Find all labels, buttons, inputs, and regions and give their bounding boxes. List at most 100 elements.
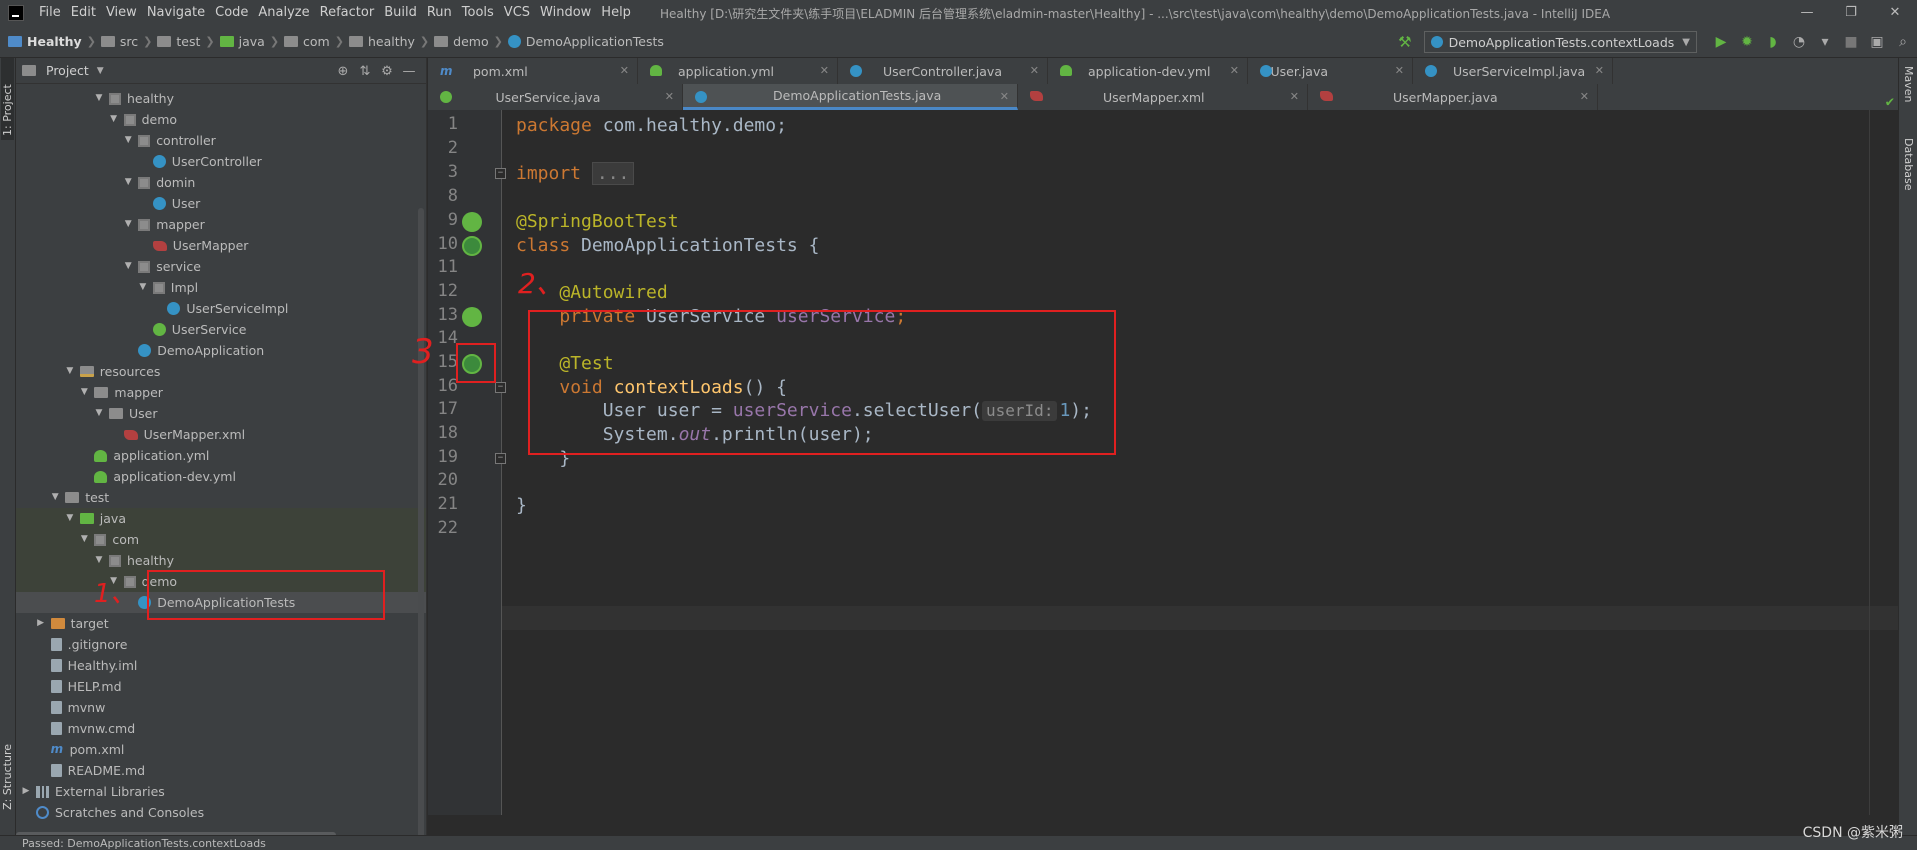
expand-arrow-down-icon[interactable]: ▼ — [122, 256, 134, 277]
editor-tab[interactable]: UserMapper.xml ✕ — [1018, 84, 1308, 110]
expand-arrow-down-icon[interactable]: ▼ — [93, 88, 105, 109]
run-icon[interactable]: ▶ — [1709, 30, 1733, 54]
breadcrumb-com[interactable]: com — [284, 34, 330, 49]
expand-arrow-down-icon[interactable]: ▼ — [122, 130, 134, 151]
structure-tool-button[interactable]: Z: Structure — [1, 744, 14, 810]
restore-button[interactable]: ❐ — [1829, 0, 1873, 26]
breadcrumb-healthy[interactable]: healthy — [348, 34, 415, 49]
minimize-button[interactable]: — — [1785, 0, 1829, 26]
breadcrumb-class[interactable]: DemoApplicationTests — [507, 34, 664, 49]
tree-item[interactable]: application.yml — [16, 445, 426, 466]
breadcrumb-project[interactable]: Healthy — [8, 34, 82, 49]
run-configuration-select[interactable]: DemoApplicationTests.contextLoads ▼ — [1423, 31, 1697, 53]
tree-item[interactable]: ▼ User — [16, 403, 426, 424]
editor-tab[interactable]: DemoApplicationTests.java ✕ — [683, 84, 1018, 110]
menu-refactor[interactable]: Refactor — [315, 0, 380, 26]
locate-file-icon[interactable]: ⊕ — [332, 64, 354, 79]
tree-item[interactable]: README.md — [16, 760, 426, 781]
tree-item[interactable]: ▼ com — [16, 529, 426, 550]
editor-tab[interactable]: m pom.xml ✕ — [428, 58, 638, 84]
fold-toggle-icon[interactable]: − — [495, 168, 506, 179]
expand-arrow-down-icon[interactable]: ▼ — [93, 403, 105, 424]
gear-icon[interactable]: ⚙ — [376, 64, 398, 79]
expand-arrow-right-icon[interactable]: ▶ — [20, 781, 32, 802]
menu-window[interactable]: Window — [535, 0, 596, 26]
folded-imports[interactable]: ... — [591, 162, 635, 185]
run-more-icon[interactable]: ▾ — [1813, 30, 1837, 54]
code-editor[interactable]: 1 2 3 8 9 10 11 12 13 14 15 16 17 18 19 20 21 22− − − ✔ pac… — [412, 94, 1898, 850]
build-hammer-icon[interactable]: ⚒ — [1398, 33, 1411, 51]
tree-item[interactable]: mvnw — [16, 697, 426, 718]
expand-arrow-down-icon[interactable]: ▼ — [137, 277, 149, 298]
tree-item[interactable]: m pom.xml — [16, 739, 426, 760]
close-tab-icon[interactable]: ✕ — [1595, 58, 1604, 84]
inspection-ok-icon[interactable]: ✔ — [1886, 94, 1894, 110]
editor-tab[interactable]: UserService.java ✕ — [428, 84, 683, 110]
tree-item[interactable]: ▼ resources — [16, 361, 426, 382]
tree-item[interactable]: HELP.md — [16, 676, 426, 697]
autowired-bean-gutter-icon[interactable] — [462, 307, 482, 327]
tree-item[interactable]: UserMapper — [16, 235, 426, 256]
chevron-down-icon[interactable]: ▼ — [97, 66, 104, 76]
tree-item[interactable]: ▶ External Libraries — [16, 781, 426, 802]
profile-icon[interactable]: ◔ — [1787, 30, 1811, 54]
expand-arrow-down-icon[interactable]: ▼ — [49, 487, 61, 508]
vertical-scrollbar[interactable] — [418, 208, 424, 848]
menu-vcs[interactable]: VCS — [499, 0, 535, 26]
spring-bean-gutter-icon[interactable] — [462, 212, 482, 232]
expand-arrow-down-icon[interactable]: ▼ — [64, 508, 76, 529]
tree-item[interactable]: ▼ Impl — [16, 277, 426, 298]
tree-item[interactable]: User — [16, 193, 426, 214]
close-tab-icon[interactable]: ✕ — [620, 58, 629, 84]
editor-tab[interactable]: UserServiceImpl.java ✕ — [1413, 58, 1613, 84]
editor-tab[interactable]: application-dev.yml ✕ — [1048, 58, 1248, 84]
close-tab-icon[interactable]: ✕ — [820, 58, 829, 84]
breadcrumb-src[interactable]: src — [100, 34, 138, 49]
stop-icon[interactable]: ■ — [1839, 30, 1863, 54]
breadcrumb-test[interactable]: test — [157, 34, 200, 49]
tree-item[interactable]: DemoApplication — [16, 340, 426, 361]
tree-item[interactable]: UserServiceImpl — [16, 298, 426, 319]
close-tab-icon[interactable]: ✕ — [1230, 58, 1239, 84]
menu-file[interactable]: File — [34, 0, 66, 26]
close-tab-icon[interactable]: ✕ — [1000, 84, 1009, 110]
expand-arrow-down-icon[interactable]: ▼ — [64, 361, 76, 382]
tree-item[interactable]: ▼ controller — [16, 130, 426, 151]
editor-tab[interactable]: User.java ✕ — [1248, 58, 1413, 84]
tree-item[interactable]: ▼ healthy — [16, 550, 426, 571]
close-tab-icon[interactable]: ✕ — [1290, 84, 1299, 110]
coverage-icon[interactable]: ◗ — [1761, 30, 1785, 54]
editor-gutter[interactable]: 1 2 3 8 9 10 11 12 13 14 15 16 17 18 19 20 21 22− − − — [428, 110, 506, 815]
close-tab-icon[interactable]: ✕ — [1395, 58, 1404, 84]
fold-toggle-icon[interactable]: − — [495, 453, 506, 464]
expand-arrow-down-icon[interactable]: ▼ — [93, 550, 105, 571]
close-tab-icon[interactable]: ✕ — [1030, 58, 1039, 84]
tree-item[interactable]: mvnw.cmd — [16, 718, 426, 739]
tree-item[interactable]: ▼ demo — [16, 109, 426, 130]
close-window-button[interactable]: ✕ — [1873, 0, 1917, 26]
project-tool-button[interactable]: 1: Project — [1, 58, 14, 140]
breadcrumb-java[interactable]: java — [219, 34, 265, 49]
tree-item[interactable]: ▼ mapper — [16, 382, 426, 403]
maven-tool-button[interactable]: Maven — [1902, 66, 1915, 102]
expand-arrow-right-icon[interactable]: ▶ — [35, 613, 47, 634]
expand-arrow-down-icon[interactable]: ▼ — [122, 172, 134, 193]
tree-item[interactable]: .gitignore — [16, 634, 426, 655]
menu-analyze[interactable]: Analyze — [253, 0, 314, 26]
tree-item[interactable]: ▼ test — [16, 487, 426, 508]
close-tab-icon[interactable]: ✕ — [1580, 84, 1589, 110]
expand-arrow-down-icon[interactable]: ▼ — [122, 214, 134, 235]
project-view-selector[interactable]: Project — [46, 63, 89, 78]
run-test-class-icon[interactable] — [462, 236, 482, 256]
tree-item[interactable]: Scratches and Consoles — [16, 802, 426, 823]
tree-item[interactable]: UserService — [16, 319, 426, 340]
editor-tab[interactable]: UserMapper.java ✕ — [1308, 84, 1598, 110]
editor-tab[interactable]: UserController.java ✕ — [838, 58, 1048, 84]
menu-run[interactable]: Run — [422, 0, 457, 26]
tree-item[interactable]: Healthy.iml — [16, 655, 426, 676]
search-icon[interactable]: ⌕ — [1891, 30, 1915, 54]
tree-item[interactable]: ▼ service — [16, 256, 426, 277]
tree-item[interactable]: UserController — [16, 151, 426, 172]
menu-navigate[interactable]: Navigate — [142, 0, 210, 26]
fold-toggle-icon[interactable]: − — [495, 382, 506, 393]
